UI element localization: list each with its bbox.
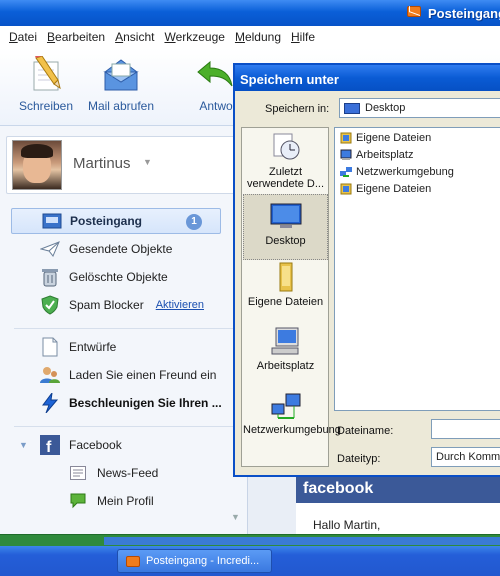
documents-icon xyxy=(340,132,352,144)
window-titlebar[interactable]: Posteingang xyxy=(0,0,500,26)
envelope-icon xyxy=(103,59,139,91)
menu-bar: Datei Bearbeiten Ansicht Werkzeuge Meldu… xyxy=(0,26,500,48)
news-feed-item[interactable]: News-Feed xyxy=(68,460,158,486)
save-in-label: Speichern in: xyxy=(265,103,330,115)
chevron-down-icon[interactable]: ▼ xyxy=(143,157,152,167)
divider xyxy=(14,426,236,427)
svg-text:f: f xyxy=(46,439,52,455)
scroll-down-icon[interactable]: ▼ xyxy=(231,512,240,522)
taskbar-strip xyxy=(0,534,500,546)
menu-hilfe[interactable]: Hilfe xyxy=(291,30,315,44)
folder-deleted[interactable]: Gelöschte Objekte xyxy=(40,264,168,290)
reply-button[interactable]: Antwo xyxy=(196,56,236,113)
mail-app-icon xyxy=(126,555,140,567)
place-desktop[interactable]: Desktop xyxy=(243,194,328,260)
menu-bearbeiten[interactable]: Bearbeiten xyxy=(47,30,105,44)
profile-box[interactable]: Martinus ▼ xyxy=(6,136,242,194)
trash-icon xyxy=(40,267,60,287)
paper-plane-icon xyxy=(40,239,60,259)
document-icon xyxy=(40,337,60,357)
network-icon xyxy=(271,393,300,419)
write-button[interactable]: Schreiben xyxy=(18,54,74,113)
reply-arrow-icon xyxy=(197,60,233,87)
computer-icon xyxy=(271,327,298,355)
place-computer[interactable]: Arbeitsplatz xyxy=(243,326,328,372)
places-bar: Zuletzt verwendete D... Desktop Eigene D… xyxy=(241,127,341,467)
avatar xyxy=(12,140,62,190)
filetype-label: Dateityp: xyxy=(337,453,381,465)
menu-meldung[interactable]: Meldung xyxy=(235,30,281,44)
network-icon xyxy=(340,167,352,177)
pencil-paper-icon xyxy=(33,54,61,91)
list-icon xyxy=(68,463,88,483)
list-item[interactable]: Eigene Dateien xyxy=(340,181,431,197)
save-in-dropdown[interactable]: Desktop xyxy=(339,98,500,118)
filename-label: Dateiname: xyxy=(337,425,394,437)
facebook-group[interactable]: f Facebook xyxy=(40,432,122,458)
folder-icon xyxy=(279,262,292,292)
my-profile-item[interactable]: Mein Profil xyxy=(68,488,154,514)
taskbar: Posteingang - Incredi... xyxy=(0,546,500,576)
filename-field[interactable] xyxy=(431,419,500,439)
file-list: Eigene Dateien Arbeitsplatz Netzwerkumge… xyxy=(334,127,500,411)
unread-count-badge: 1 xyxy=(186,214,202,230)
menu-datei[interactable]: Datei xyxy=(9,30,37,44)
folder-sent[interactable]: Gesendete Objekte xyxy=(40,236,172,262)
facebook-banner: facebook xyxy=(296,477,500,503)
chat-bubble-icon xyxy=(68,491,88,511)
folder-inbox[interactable]: Posteingang 1 xyxy=(11,208,221,234)
desktop-icon xyxy=(344,102,360,114)
activate-spam-link[interactable]: Aktivieren xyxy=(156,299,204,311)
speedup-item[interactable]: Beschleunigen Sie Ihren ... xyxy=(40,390,222,416)
menu-ansicht[interactable]: Ansicht xyxy=(115,30,154,44)
save-as-dialog: Speichern unter Speichern in: Desktop Zu… xyxy=(233,63,500,477)
inbox-icon xyxy=(42,211,62,231)
computer-icon xyxy=(340,149,352,160)
shield-icon xyxy=(40,295,60,315)
window-title: Posteingang xyxy=(428,6,500,21)
taskbar-button[interactable]: Posteingang - Incredi... xyxy=(117,549,272,573)
filetype-dropdown[interactable]: Durch Komma xyxy=(431,447,500,467)
folder-panel: Martinus ▼ Posteingang 1 Gesendete Objek… xyxy=(0,126,248,534)
recent-documents-icon xyxy=(273,133,299,160)
users-icon xyxy=(40,365,60,385)
fetch-mail-button[interactable]: Mail abrufen xyxy=(86,56,156,113)
place-documents[interactable]: Eigene Dateien xyxy=(243,262,328,308)
list-item[interactable]: Eigene Dateien xyxy=(340,130,431,146)
documents-icon xyxy=(340,183,352,195)
menu-werkzeuge[interactable]: Werkzeuge xyxy=(164,30,224,44)
folder-spam-blocker[interactable]: Spam Blocker Aktivieren xyxy=(40,292,204,318)
place-network[interactable]: Netzwerkumgebung xyxy=(243,390,341,436)
divider xyxy=(14,328,236,329)
list-item[interactable]: Netzwerkumgebung xyxy=(340,164,454,180)
collapse-arrow-icon[interactable]: ▼ xyxy=(19,440,28,450)
place-recent[interactable]: Zuletzt verwendete D... xyxy=(243,132,328,190)
folder-drafts[interactable]: Entwürfe xyxy=(40,334,116,360)
desktop-icon xyxy=(270,203,301,228)
invite-friend-item[interactable]: Laden Sie einen Freund ein xyxy=(40,362,216,388)
dialog-title[interactable]: Speichern unter xyxy=(235,65,500,91)
lightning-icon xyxy=(40,393,60,413)
profile-name: Martinus xyxy=(73,155,131,172)
mail-app-icon xyxy=(407,6,421,17)
message-greeting: Hallo Martin, xyxy=(313,518,381,532)
list-item[interactable]: Arbeitsplatz xyxy=(340,147,413,163)
facebook-icon: f xyxy=(40,435,60,455)
